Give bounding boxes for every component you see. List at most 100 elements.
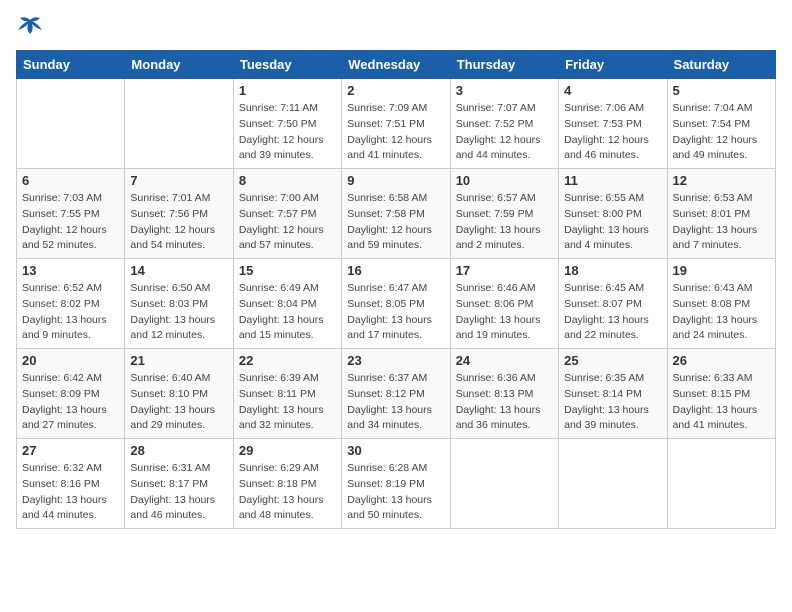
calendar-day-cell: 3Sunrise: 7:07 AMSunset: 7:52 PMDaylight…: [450, 79, 558, 169]
calendar-header-row: SundayMondayTuesdayWednesdayThursdayFrid…: [17, 51, 776, 79]
day-info: Sunrise: 6:50 AMSunset: 8:03 PMDaylight:…: [130, 281, 227, 344]
day-of-week-header: Wednesday: [342, 51, 450, 79]
day-info: Sunrise: 6:31 AMSunset: 8:17 PMDaylight:…: [130, 461, 227, 524]
logo-bird-icon: [16, 16, 44, 38]
day-number: 12: [673, 173, 770, 188]
calendar-day-cell: 11Sunrise: 6:55 AMSunset: 8:00 PMDayligh…: [559, 169, 667, 259]
calendar-day-cell: 26Sunrise: 6:33 AMSunset: 8:15 PMDayligh…: [667, 349, 775, 439]
calendar: SundayMondayTuesdayWednesdayThursdayFrid…: [16, 50, 776, 529]
calendar-day-cell: 27 Sunrise: 6:32 AMSunset: 8:16 PMDayligh…: [17, 439, 125, 529]
day-info: Sunrise: 6:36 AMSunset: 8:13 PMDaylight:…: [456, 371, 553, 434]
day-number: 1: [239, 83, 336, 98]
calendar-day-cell: 5 Sunrise: 7:04 AMSunset: 7:54 PMDaylight…: [667, 79, 775, 169]
day-number: 5: [673, 83, 770, 98]
calendar-day-cell: 16 Sunrise: 6:47 AMSunset: 8:05 PMDayligh…: [342, 259, 450, 349]
day-info: Sunrise: 6:47 AMSunset: 8:05 PMDaylight:…: [347, 281, 444, 344]
day-number: 25: [564, 353, 661, 368]
calendar-day-cell: [559, 439, 667, 529]
calendar-day-cell: 24 Sunrise: 6:36 AMSunset: 8:13 PMDayligh…: [450, 349, 558, 439]
calendar-day-cell: 30 Sunrise: 6:28 AMSunset: 8:19 PMDayligh…: [342, 439, 450, 529]
calendar-day-cell: 20 Sunrise: 6:42 AMSunset: 8:09 PMDayligh…: [17, 349, 125, 439]
day-number: 7: [130, 173, 227, 188]
calendar-week-row: 27 Sunrise: 6:32 AMSunset: 8:16 PMDayligh…: [17, 439, 776, 529]
calendar-day-cell: 1Sunrise: 7:11 AMSunset: 7:50 PMDaylight…: [233, 79, 341, 169]
calendar-day-cell: 22 Sunrise: 6:39 AMSunset: 8:11 PMDayligh…: [233, 349, 341, 439]
day-number: 8: [239, 173, 336, 188]
day-info: Sunrise: 6:39 AMSunset: 8:11 PMDaylight:…: [239, 371, 336, 434]
day-info: Sunrise: 6:28 AMSunset: 8:19 PMDaylight:…: [347, 461, 444, 524]
day-number: 13: [22, 263, 119, 278]
day-info: Sunrise: 7:04 AMSunset: 7:54 PMDaylight:…: [673, 101, 770, 164]
day-number: 21: [130, 353, 227, 368]
calendar-day-cell: 6 Sunrise: 7:03 AMSunset: 7:55 PMDaylight…: [17, 169, 125, 259]
day-of-week-header: Thursday: [450, 51, 558, 79]
calendar-day-cell: [667, 439, 775, 529]
day-info: Sunrise: 6:55 AMSunset: 8:00 PMDaylight:…: [564, 191, 661, 254]
day-info: Sunrise: 6:57 AMSunset: 7:59 PMDaylight:…: [456, 191, 553, 254]
day-info: Sunrise: 6:42 AMSunset: 8:09 PMDaylight:…: [22, 371, 119, 434]
day-info: Sunrise: 6:32 AMSunset: 8:16 PMDaylight:…: [22, 461, 119, 524]
day-info: Sunrise: 7:06 AMSunset: 7:53 PMDaylight:…: [564, 101, 661, 164]
calendar-week-row: 20 Sunrise: 6:42 AMSunset: 8:09 PMDayligh…: [17, 349, 776, 439]
calendar-day-cell: 23 Sunrise: 6:37 AMSunset: 8:12 PMDayligh…: [342, 349, 450, 439]
calendar-day-cell: 12 Sunrise: 6:53 AMSunset: 8:01 PMDayligh…: [667, 169, 775, 259]
day-info: Sunrise: 6:49 AMSunset: 8:04 PMDaylight:…: [239, 281, 336, 344]
day-number: 22: [239, 353, 336, 368]
day-info: Sunrise: 6:40 AMSunset: 8:10 PMDaylight:…: [130, 371, 227, 434]
day-info: Sunrise: 6:33 AMSunset: 8:15 PMDaylight:…: [673, 371, 770, 434]
day-number: 9: [347, 173, 444, 188]
day-info: Sunrise: 6:58 AMSunset: 7:58 PMDaylight:…: [347, 191, 444, 254]
day-of-week-header: Sunday: [17, 51, 125, 79]
day-info: Sunrise: 6:37 AMSunset: 8:12 PMDaylight:…: [347, 371, 444, 434]
calendar-day-cell: 9 Sunrise: 6:58 AMSunset: 7:58 PMDaylight…: [342, 169, 450, 259]
day-number: 18: [564, 263, 661, 278]
day-number: 2: [347, 83, 444, 98]
day-number: 23: [347, 353, 444, 368]
calendar-day-cell: 19 Sunrise: 6:43 AMSunset: 8:08 PMDayligh…: [667, 259, 775, 349]
calendar-day-cell: 7 Sunrise: 7:01 AMSunset: 7:56 PMDaylight…: [125, 169, 233, 259]
day-number: 4: [564, 83, 661, 98]
day-of-week-header: Friday: [559, 51, 667, 79]
day-number: 14: [130, 263, 227, 278]
day-of-week-header: Monday: [125, 51, 233, 79]
day-number: 6: [22, 173, 119, 188]
day-number: 29: [239, 443, 336, 458]
day-info: Sunrise: 7:03 AMSunset: 7:55 PMDaylight:…: [22, 191, 119, 254]
day-info: Sunrise: 7:01 AMSunset: 7:56 PMDaylight:…: [130, 191, 227, 254]
day-info: Sunrise: 6:43 AMSunset: 8:08 PMDaylight:…: [673, 281, 770, 344]
day-info: Sunrise: 6:46 AMSunset: 8:06 PMDaylight:…: [456, 281, 553, 344]
day-number: 19: [673, 263, 770, 278]
day-number: 28: [130, 443, 227, 458]
calendar-day-cell: [17, 79, 125, 169]
day-info: Sunrise: 6:52 AMSunset: 8:02 PMDaylight:…: [22, 281, 119, 344]
calendar-day-cell: 14 Sunrise: 6:50 AMSunset: 8:03 PMDayligh…: [125, 259, 233, 349]
day-info: Sunrise: 6:29 AMSunset: 8:18 PMDaylight:…: [239, 461, 336, 524]
calendar-day-cell: [450, 439, 558, 529]
day-info: Sunrise: 6:45 AMSunset: 8:07 PMDaylight:…: [564, 281, 661, 344]
header: [16, 16, 776, 38]
calendar-week-row: 6 Sunrise: 7:03 AMSunset: 7:55 PMDaylight…: [17, 169, 776, 259]
calendar-day-cell: 10Sunrise: 6:57 AMSunset: 7:59 PMDayligh…: [450, 169, 558, 259]
calendar-day-cell: 29 Sunrise: 6:29 AMSunset: 8:18 PMDayligh…: [233, 439, 341, 529]
day-number: 24: [456, 353, 553, 368]
day-info: Sunrise: 6:53 AMSunset: 8:01 PMDaylight:…: [673, 191, 770, 254]
day-number: 27: [22, 443, 119, 458]
calendar-day-cell: 2 Sunrise: 7:09 AMSunset: 7:51 PMDaylight…: [342, 79, 450, 169]
calendar-day-cell: 4 Sunrise: 7:06 AMSunset: 7:53 PMDaylight…: [559, 79, 667, 169]
calendar-day-cell: 15 Sunrise: 6:49 AMSunset: 8:04 PMDayligh…: [233, 259, 341, 349]
day-number: 16: [347, 263, 444, 278]
day-number: 30: [347, 443, 444, 458]
day-info: Sunrise: 6:35 AMSunset: 8:14 PMDaylight:…: [564, 371, 661, 434]
calendar-day-cell: 17 Sunrise: 6:46 AMSunset: 8:06 PMDayligh…: [450, 259, 558, 349]
day-of-week-header: Tuesday: [233, 51, 341, 79]
calendar-day-cell: 28 Sunrise: 6:31 AMSunset: 8:17 PMDayligh…: [125, 439, 233, 529]
day-info: Sunrise: 7:09 AMSunset: 7:51 PMDaylight:…: [347, 101, 444, 164]
calendar-week-row: 13 Sunrise: 6:52 AMSunset: 8:02 PMDayligh…: [17, 259, 776, 349]
day-number: 15: [239, 263, 336, 278]
day-number: 17: [456, 263, 553, 278]
day-number: 20: [22, 353, 119, 368]
day-info: Sunrise: 7:00 AMSunset: 7:57 PMDaylight:…: [239, 191, 336, 254]
calendar-day-cell: 21 Sunrise: 6:40 AMSunset: 8:10 PMDayligh…: [125, 349, 233, 439]
calendar-day-cell: 13 Sunrise: 6:52 AMSunset: 8:02 PMDayligh…: [17, 259, 125, 349]
day-number: 3: [456, 83, 553, 98]
